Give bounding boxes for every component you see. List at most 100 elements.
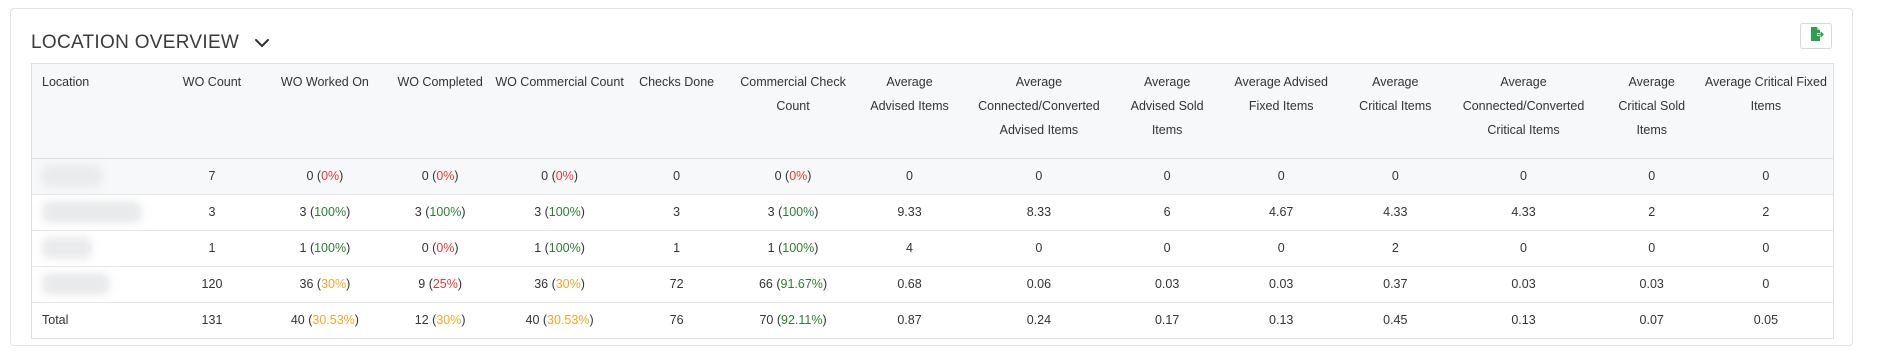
value-cell: 0 <box>1348 158 1443 195</box>
value-cell: 131 <box>201 313 223 328</box>
cell-value: 0 <box>541 169 549 183</box>
value-cell: 8.33 <box>957 194 1121 231</box>
value-cell: 1 <box>163 230 261 267</box>
value-cell: 0 <box>1698 230 1833 267</box>
location-cell <box>32 230 164 267</box>
cell-value: 66 <box>758 277 773 291</box>
value-cell: 3 <box>628 194 725 231</box>
location-cell <box>32 194 164 231</box>
value-with-percent-cell: 3 (100%) <box>389 194 491 231</box>
value-cell: 0.03 <box>1120 266 1215 303</box>
column-header[interactable]: Commercial Check Count <box>724 64 862 159</box>
value-with-percent-cell: 3 (100%) <box>724 194 862 231</box>
cell-value: 1 <box>299 241 307 255</box>
column-header[interactable]: Average Critical Items <box>1348 64 1443 159</box>
value-cell: 0.07 <box>1639 313 1664 328</box>
percent-badge: 100% <box>782 205 815 219</box>
value-with-percent-cell: 36 (30%) <box>260 266 390 303</box>
value-with-percent-cell: 0 (0%) <box>724 158 862 195</box>
redacted-location-name <box>42 201 142 223</box>
cell-value: 3 <box>414 205 422 219</box>
card-header: LOCATION OVERVIEW <box>31 29 271 57</box>
percent-badge: 30.53% <box>312 313 355 328</box>
column-header[interactable]: Average Connected/Converted Critical Ite… <box>1442 64 1605 159</box>
export-button[interactable] <box>1800 23 1832 49</box>
cell-value: 0 <box>306 169 314 183</box>
table-row: Total 131 40 (30.53%) 12 (30%) 40 (30.53%) 76… <box>32 302 1833 338</box>
value-with-percent-cell: 3 (100%) <box>490 194 629 231</box>
column-header[interactable]: WO Worked On <box>260 64 390 159</box>
value-cell: 0 <box>1698 158 1833 195</box>
value-cell: 0 <box>1442 230 1605 267</box>
value-cell: 0 <box>1604 158 1699 195</box>
value-cell: 0.03 <box>1442 266 1605 303</box>
percent-badge: 100% <box>314 205 347 219</box>
value-cell: 0.03 <box>1214 266 1349 303</box>
value-cell: 9.33 <box>861 194 958 231</box>
value-with-percent-cell: 3 (100%) <box>260 194 390 231</box>
column-header[interactable]: Average Critical Sold Items <box>1604 64 1699 159</box>
column-header[interactable]: Average Connected/Converted Advised Item… <box>957 64 1121 159</box>
percent-badge: 0% <box>789 169 808 183</box>
column-header[interactable]: Checks Done <box>628 64 725 159</box>
value-with-percent-cell: 1 (100%) <box>260 230 390 267</box>
percent-badge: 0% <box>555 169 574 183</box>
cell-value: 1 <box>534 241 542 255</box>
location-cell <box>32 158 164 195</box>
cell-value: 12 <box>414 313 429 328</box>
value-cell: 72 <box>628 266 725 303</box>
value-cell: 0 <box>957 230 1121 267</box>
column-header[interactable]: WO Count <box>163 64 261 159</box>
column-header[interactable]: Average Critical Fixed Items <box>1698 64 1833 159</box>
table-row: 120 36 (30%) 9 (25%) 36 (30%) 72 66 (91.67%) 0… <box>32 266 1833 303</box>
value-cell: 0.24 <box>1026 313 1052 328</box>
percent-badge: 91.67% <box>780 277 823 291</box>
value-cell: 1 <box>628 230 725 267</box>
column-header[interactable]: Average Advised Sold Items <box>1120 64 1215 159</box>
cell-value: 36 <box>299 277 314 291</box>
column-header[interactable]: Average Advised Items <box>861 64 958 159</box>
value-cell: 0.13 <box>1269 313 1294 328</box>
value-cell: 3 <box>163 194 261 231</box>
value-cell: 0 <box>1604 230 1699 267</box>
value-cell: 2 <box>1698 194 1833 231</box>
chevron-down-icon[interactable] <box>253 34 271 52</box>
value-cell: 6 <box>1120 194 1215 231</box>
value-with-percent-cell: 1 (100%) <box>724 230 862 267</box>
value-cell: 120 <box>163 266 261 303</box>
column-header[interactable]: WO Completed <box>389 64 491 159</box>
value-cell: 4.67 <box>1214 194 1349 231</box>
value-cell: 2 <box>1604 194 1699 231</box>
percent-badge: 30.53% <box>547 313 590 328</box>
location-cell <box>32 266 164 303</box>
percent-badge: 0% <box>321 169 340 183</box>
value-cell: 0.13 <box>1511 313 1536 328</box>
column-header[interactable]: Average Advised Fixed Items <box>1214 64 1349 159</box>
value-cell: 0.87 <box>897 313 922 328</box>
cell-value: 0 <box>421 169 429 183</box>
percent-badge: 30% <box>436 313 462 328</box>
column-header[interactable]: Location <box>32 64 164 159</box>
value-with-percent-cell: 0 (0%) <box>389 158 491 195</box>
percent-badge: 100% <box>548 205 581 219</box>
value-cell: 4 <box>861 230 958 267</box>
percent-badge: 100% <box>782 241 815 255</box>
location-overview-card: LOCATION OVERVIEW Location WO Count WO Wor… <box>10 8 1853 346</box>
percent-badge: 92.11% <box>781 313 823 328</box>
value-with-percent-cell: 9 (25%) <box>389 266 491 303</box>
value-cell: 76 <box>669 313 684 328</box>
value-with-percent-cell: 0 (0%) <box>389 230 491 267</box>
value-with-percent-cell: 1 (100%) <box>490 230 629 267</box>
table-row: 11 (100%) 0 (0%) 1 (100%) 1 1 (100%) 4 0 0 0 2 0 0 0 <box>32 230 1833 267</box>
value-with-percent-cell: 40 (30.53%) <box>525 313 594 328</box>
value-cell: 0 <box>1214 230 1349 267</box>
column-header[interactable]: WO Commercial Count <box>490 64 629 159</box>
cell-value: 9 <box>418 277 426 291</box>
percent-badge: 100% <box>429 205 462 219</box>
cell-value: 40 <box>290 313 305 328</box>
value-with-percent-cell: 0 (0%) <box>260 158 390 195</box>
value-with-percent-cell: 12 (30%) <box>414 313 466 328</box>
percent-badge: 0% <box>436 241 455 255</box>
value-cell: 0 <box>1120 230 1215 267</box>
cell-value: 0 <box>774 169 782 183</box>
